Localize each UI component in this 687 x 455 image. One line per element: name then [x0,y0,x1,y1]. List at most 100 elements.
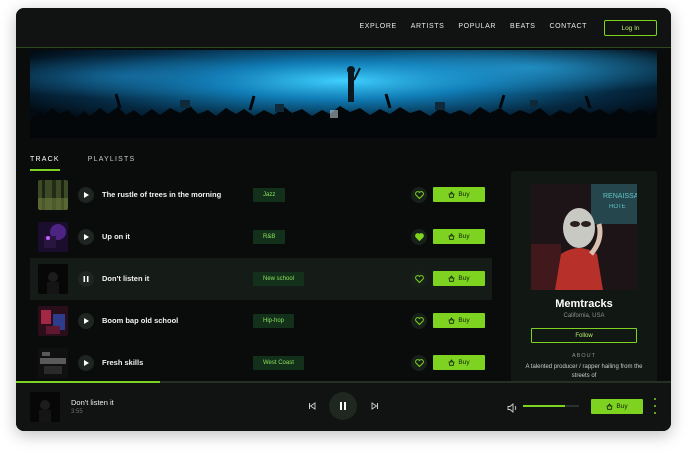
tab-track[interactable]: TRACK [30,156,60,171]
buy-button[interactable]: Buy [433,187,485,202]
nav-artists[interactable]: ARTISTS [411,23,445,30]
progress-fill [16,381,161,383]
track-title[interactable]: Boom bap old school [102,316,178,325]
genre-tag[interactable]: Jazz [253,188,286,202]
track-title[interactable]: Up on it [102,232,130,241]
previous-button[interactable] [305,399,319,413]
follow-button[interactable]: Follow [531,328,637,343]
pause-button[interactable] [78,271,94,287]
buy-button[interactable]: Buy [433,229,485,244]
buy-button[interactable]: Buy [433,271,485,286]
speaker-icon [507,403,517,413]
play-icon [84,318,89,324]
heart-icon [414,191,424,199]
track-row[interactable]: Don't listen it New school Buy [30,258,492,300]
play-pause-button[interactable] [329,392,357,420]
about-heading: ABOUT [572,353,596,359]
progress-bar[interactable] [16,381,671,383]
genre-tag[interactable]: New school [253,272,305,286]
buy-label: Buy [458,317,470,324]
like-button[interactable] [411,355,427,371]
track-row[interactable]: Boom bap old school Hip-hop Buy [30,300,492,342]
volume-button[interactable] [507,400,519,418]
track-cover [38,264,68,294]
track-list: The rustle of trees in the morning Jazz … [30,174,492,381]
now-playing-time: 3:55 [71,409,83,415]
buy-button[interactable]: Buy [433,355,485,370]
nav-explore[interactable]: EXPLORE [359,23,396,30]
basket-icon [448,233,455,240]
track-cover [38,348,68,378]
play-icon [84,234,89,240]
basket-icon [448,275,455,282]
nav-popular[interactable]: POPULAR [458,23,496,30]
genre-tag[interactable]: R&B [253,230,286,244]
play-button[interactable] [78,187,94,203]
heart-icon [414,275,424,283]
next-button[interactable] [368,399,382,413]
track-row[interactable]: Up on it R&B Buy [30,216,492,258]
track-cover [38,306,68,336]
basket-icon [606,403,613,410]
login-button[interactable]: Log In [604,20,657,36]
skip-back-icon [309,402,316,410]
dot-icon [654,398,656,400]
volume-slider[interactable] [523,405,579,407]
nav-beats[interactable]: BEATS [510,23,535,30]
artist-photo[interactable]: RENAISSA HOTE [531,184,637,290]
skip-forward-icon [371,402,378,410]
tab-playlists[interactable]: PLAYLISTS [88,156,136,171]
artist-card: RENAISSA HOTE Memtracks California, USA … [511,171,657,389]
play-button[interactable] [78,355,94,371]
like-button[interactable] [411,229,427,245]
buy-button[interactable]: Buy [433,313,485,328]
genre-tag[interactable]: Hip-hop [253,314,295,328]
buy-label: Buy [458,233,470,240]
svg-text:RENAISSA: RENAISSA [603,193,637,200]
track-row[interactable]: Fresh skills West Coast Buy [30,342,492,381]
player-buy-button[interactable]: Buy [591,399,643,414]
play-button[interactable] [78,313,94,329]
artist-name[interactable]: Memtracks [511,298,657,310]
track-cover [38,222,68,252]
player-bar: Don't listen it 3:55 Buy [16,381,671,431]
like-button[interactable] [411,187,427,203]
dot-icon [654,405,656,407]
top-nav: EXPLORE ARTISTS POPULAR BEATS CONTACT Lo… [16,8,671,48]
heart-icon [414,317,424,325]
volume-fill [523,405,565,407]
app-window: EXPLORE ARTISTS POPULAR BEATS CONTACT Lo… [16,8,671,431]
svg-text:HOTE: HOTE [609,204,626,210]
buy-label: Buy [458,275,470,282]
now-playing-cover [30,392,60,422]
track-cover [38,180,68,210]
about-text: A talented producer / rapper hailing fro… [525,364,643,379]
play-icon [84,360,89,366]
track-row[interactable]: The rustle of trees in the morning Jazz … [30,174,492,216]
basket-icon [448,317,455,324]
play-icon [84,192,89,198]
buy-label: Buy [458,359,470,366]
play-button[interactable] [78,229,94,245]
basket-icon [448,191,455,198]
buy-label: Buy [458,191,470,198]
basket-icon [448,359,455,366]
track-title[interactable]: Don't listen it [102,274,149,283]
pause-icon [83,276,89,282]
tab-bar: TRACK PLAYLISTS [30,156,135,171]
now-playing-title: Don't listen it [71,398,114,407]
more-options-button[interactable] [652,398,658,414]
like-button[interactable] [411,271,427,287]
nav-contact[interactable]: CONTACT [549,23,587,30]
buy-label: Buy [616,403,628,410]
track-title[interactable]: Fresh skills [102,358,143,367]
concert-image [30,50,657,138]
nav-links: EXPLORE ARTISTS POPULAR BEATS CONTACT [359,23,587,30]
track-title[interactable]: The rustle of trees in the morning [102,190,221,199]
hero-banner [30,50,657,138]
dot-icon [654,412,656,414]
like-button[interactable] [411,313,427,329]
genre-tag[interactable]: West Coast [253,356,304,370]
heart-icon [414,233,424,241]
pause-icon [340,402,346,410]
